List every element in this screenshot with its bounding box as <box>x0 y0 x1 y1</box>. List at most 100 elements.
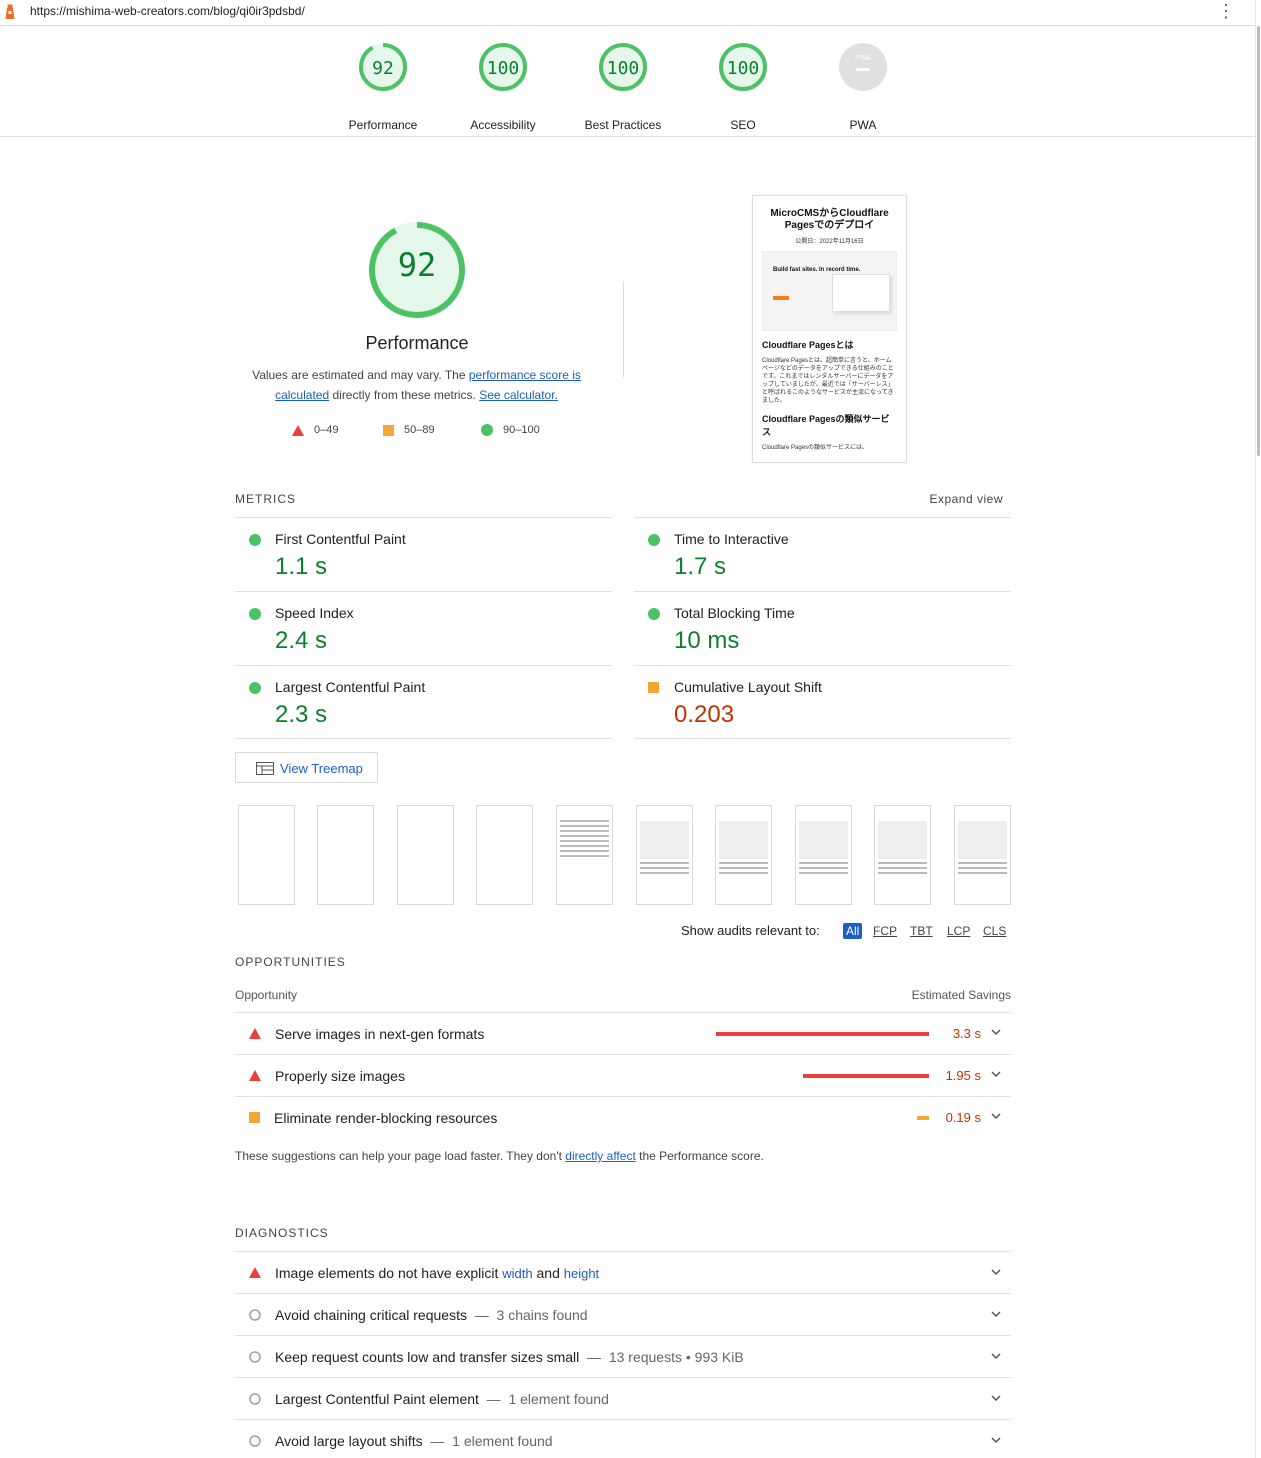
gauge-performance-value: 92 <box>372 58 394 79</box>
info-circle-icon <box>249 1351 261 1363</box>
savings-bar <box>716 1032 929 1036</box>
scrollbar[interactable] <box>1255 0 1261 1458</box>
code-height: height <box>563 1266 600 1281</box>
chevron-down-icon[interactable] <box>991 1309 1001 1319</box>
metric-name: Speed Index <box>275 605 354 621</box>
diagnostic-row[interactable]: Avoid large layout shifts — 1 element fo… <box>235 1419 1011 1458</box>
info-circle-icon <box>249 1309 261 1321</box>
screenshot-hero-text: Build fast sites. In record time. <box>773 267 861 273</box>
filter-chip-cls[interactable]: CLS <box>983 924 1006 938</box>
opportunity-title: Serve images in next-gen formats <box>275 1026 485 1042</box>
chevron-down-icon[interactable] <box>991 1267 1001 1277</box>
diagnostic-title: Image elements do not have explicit widt… <box>275 1265 599 1281</box>
screenshot-section-1: Cloudflare Pagesとは <box>762 340 854 350</box>
chevron-down-icon[interactable] <box>991 1111 1001 1121</box>
metric-value: 10 ms <box>674 627 740 654</box>
opportunities-footer-text-2: the Performance score. <box>635 1149 764 1163</box>
diagnostic-row[interactable]: Keep request counts low and transfer siz… <box>235 1335 1011 1377</box>
performance-desc-text: Values are estimated and may vary. The <box>252 368 469 382</box>
scrollbar-thumb[interactable] <box>1257 26 1260 456</box>
info-circle-icon <box>249 1393 261 1405</box>
gauge-performance[interactable]: 92 Performance <box>333 42 433 132</box>
diagnostic-row[interactable]: Avoid chaining critical requests — 3 cha… <box>235 1293 1011 1335</box>
page-url[interactable]: https://mishima-web-creators.com/blog/qi… <box>30 4 305 18</box>
metrics-divider <box>235 738 612 739</box>
filmstrip-frame <box>238 805 295 905</box>
filter-chip-fcp[interactable]: FCP <box>873 924 897 938</box>
gauge-accessibility[interactable]: 100 Accessibility <box>453 42 553 132</box>
diagnostic-summary: — 3 chains found <box>466 1307 588 1323</box>
metric-name: First Contentful Paint <box>275 531 406 547</box>
filter-chip-tbt[interactable]: TBT <box>910 924 933 938</box>
diagnostic-summary: — 13 requests • 993 KiB <box>579 1349 744 1365</box>
filter-chip-all[interactable]: All <box>843 923 863 939</box>
pass-circle-icon <box>648 608 660 620</box>
fail-triangle-icon <box>249 1028 261 1039</box>
code-width: width <box>502 1266 533 1281</box>
gauge-seo[interactable]: 100 SEO <box>693 42 793 132</box>
performance-score: 92 <box>397 246 437 284</box>
estimated-savings-column: Estimated Savings <box>911 988 1011 1002</box>
audit-filter-label: Show audits relevant to: <box>681 923 820 938</box>
info-circle-icon <box>249 1435 261 1447</box>
opportunity-column: Opportunity <box>235 988 298 1002</box>
opportunity-row[interactable]: Properly size images 1.95 s <box>235 1054 1011 1096</box>
metric-tbt: Total Blocking Time 10 ms <box>634 591 1011 665</box>
filmstrip-frame <box>954 805 1011 905</box>
metric-name: Largest Contentful Paint <box>275 679 426 695</box>
diagnostic-title-text: Image elements do not have explicit <box>275 1265 503 1281</box>
treemap-icon <box>256 762 274 775</box>
opportunities-footer: These suggestions can help your page loa… <box>235 1149 764 1163</box>
metric-value: 1.7 s <box>674 553 727 580</box>
opportunity-row[interactable]: Serve images in next-gen formats 3.3 s <box>235 1012 1011 1054</box>
filmstrip-frame <box>715 805 772 905</box>
screenshot-date: 公開日：2022年11月16日 <box>795 239 864 245</box>
diagnostic-row[interactable]: Image elements do not have explicit widt… <box>235 1251 1011 1293</box>
legend-average-label: 50–89 <box>404 424 435 436</box>
gauge-pwa-label: PWA <box>849 118 877 132</box>
metric-value: 2.3 s <box>275 701 328 728</box>
fail-triangle-icon <box>249 1070 261 1081</box>
diagnostic-title-text: Avoid large layout shifts <box>275 1433 423 1449</box>
diagnostic-row[interactable]: Largest Contentful Paint element — 1 ele… <box>235 1377 1011 1419</box>
expand-view-toggle[interactable]: Expand view <box>900 492 1003 506</box>
filmstrip-frame <box>317 805 374 905</box>
filmstrip-frame <box>397 805 454 905</box>
metric-tti: Time to Interactive 1.7 s <box>634 517 1011 591</box>
metric-lcp: Largest Contentful Paint 2.3 s <box>235 665 612 739</box>
diagnostic-title-and: and <box>532 1265 564 1281</box>
metric-name: Total Blocking Time <box>674 605 795 621</box>
chevron-down-icon[interactable] <box>991 1351 1001 1361</box>
metric-value: 1.1 s <box>275 553 328 580</box>
url-bar: https://mishima-web-creators.com/blog/qi… <box>0 0 1255 26</box>
see-calculator-link[interactable]: See calculator. <box>479 388 558 402</box>
gauge-accessibility-label: Accessibility <box>470 118 536 132</box>
pass-circle-icon <box>249 534 261 546</box>
metric-name: Time to Interactive <box>674 531 789 547</box>
diagnostic-title: Keep request counts low and transfer siz… <box>275 1349 744 1365</box>
performance-desc-text-2: directly from these metrics. <box>329 388 480 402</box>
metric-cls: Cumulative Layout Shift 0.203 <box>634 665 1011 739</box>
metrics-heading: METRICS <box>235 492 296 506</box>
directly-affect-link[interactable]: directly affect <box>565 1149 635 1163</box>
average-square-icon <box>249 1112 260 1123</box>
metric-fcp: First Contentful Paint 1.1 s <box>235 517 612 591</box>
filter-chip-lcp[interactable]: LCP <box>947 924 970 938</box>
chevron-down-icon[interactable] <box>991 1393 1001 1403</box>
chevron-down-icon[interactable] <box>991 1027 1001 1037</box>
chevron-down-icon[interactable] <box>991 1435 1001 1445</box>
gauge-best-practices[interactable]: 100 Best Practices <box>573 42 673 132</box>
more-options-icon[interactable]: ⋮ <box>1217 2 1235 20</box>
performance-gauge: 92 <box>367 220 467 320</box>
view-treemap-label: View Treemap <box>280 761 363 776</box>
lighthouse-icon <box>5 4 15 19</box>
view-treemap-button[interactable]: View Treemap <box>235 752 378 783</box>
pass-circle-icon <box>249 682 261 694</box>
screenshot-paragraph-1: Cloudflare Pagesとは、超簡単に言うと、ホームページなどのデータを… <box>762 358 894 404</box>
opportunity-row[interactable]: Eliminate render-blocking resources 0.19… <box>235 1096 1011 1138</box>
gauge-accessibility-value: 100 <box>486 58 520 79</box>
gauge-pwa[interactable]: PWA PWA <box>813 42 913 132</box>
score-summary: 92 Performance 100 Accessibility 100 Bes… <box>0 26 1255 137</box>
final-screenshot[interactable]: MicroCMSからCloudflare Pagesでのデプロイ 公開日：202… <box>752 195 907 463</box>
chevron-down-icon[interactable] <box>991 1069 1001 1079</box>
